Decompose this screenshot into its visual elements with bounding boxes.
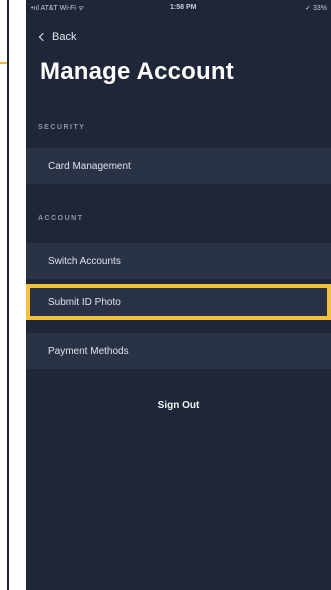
battery-status: ✓ 33%: [305, 5, 327, 12]
section-label-account: ACCOUNT: [38, 215, 84, 222]
page-title: Manage Account: [40, 58, 234, 85]
phone-screen: •ııl AT&T Wi-Fi ᯤ 1:58 PM ✓ 33% Back Man…: [26, 0, 331, 590]
chevron-left-icon: [38, 32, 48, 42]
status-time: 1:58 PM: [170, 4, 197, 11]
sign-out-button[interactable]: Sign Out: [26, 400, 331, 411]
status-bar: •ııl AT&T Wi-Fi ᯤ 1:58 PM ✓ 33%: [26, 0, 331, 20]
payment-methods-label: Payment Methods: [48, 345, 129, 357]
submit-id-photo-row[interactable]: Submit ID Photo: [26, 284, 331, 320]
left-accent-mark: [0, 62, 7, 64]
switch-accounts-row[interactable]: Switch Accounts: [26, 243, 331, 279]
back-label: Back: [52, 31, 77, 43]
carrier-signal: •ııl AT&T Wi-Fi ᯤ: [31, 5, 85, 12]
section-label-security: SECURITY: [38, 124, 86, 131]
submit-id-photo-label: Submit ID Photo: [48, 296, 121, 308]
card-management-label: Card Management: [48, 160, 131, 172]
back-button[interactable]: Back: [38, 31, 77, 43]
switch-accounts-label: Switch Accounts: [48, 255, 121, 267]
left-edge-divider: [7, 0, 9, 590]
card-management-row[interactable]: Card Management: [26, 148, 331, 184]
payment-methods-row[interactable]: Payment Methods: [26, 333, 331, 369]
left-page-strip: [0, 0, 26, 590]
